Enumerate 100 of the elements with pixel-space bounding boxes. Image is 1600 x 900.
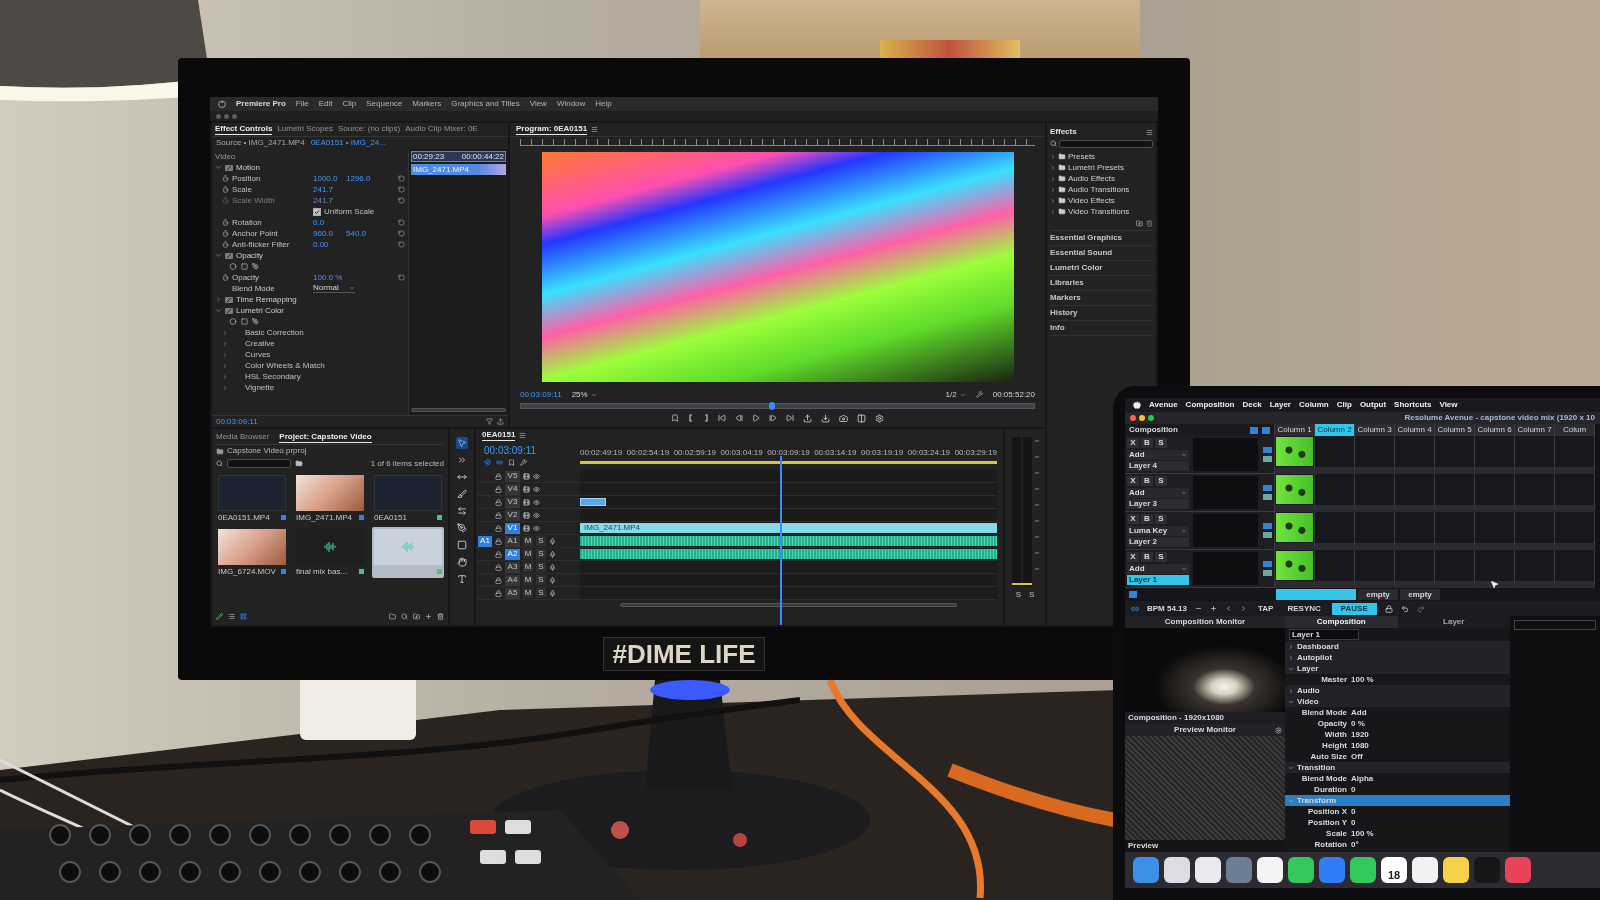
upload-arrow-icon[interactable] xyxy=(803,413,812,423)
effect-section-name[interactable]: Creative xyxy=(231,339,275,348)
current-timecode[interactable]: 00:03:09:11 xyxy=(520,390,562,399)
layer-toggle-button[interactable]: S xyxy=(1155,476,1167,486)
effect-section-name[interactable]: Color Wheels & Match xyxy=(231,361,325,370)
transport-button[interactable]: RESYNC xyxy=(1284,602,1324,615)
stopwatch-icon[interactable] xyxy=(222,175,229,182)
lock-icon[interactable] xyxy=(495,472,502,480)
menu-item[interactable]: Help xyxy=(595,100,612,108)
search-field[interactable] xyxy=(227,459,291,468)
layer-toggle-button[interactable]: B xyxy=(1141,438,1153,448)
stopwatch-icon[interactable] xyxy=(222,186,229,193)
parameter-group-row[interactable]: Layer xyxy=(1285,663,1510,674)
wrench-icon[interactable] xyxy=(520,459,527,466)
track-target-button[interactable]: V2 xyxy=(505,509,520,521)
search-field[interactable] xyxy=(1059,139,1153,148)
microphone-icon[interactable] xyxy=(549,563,556,571)
menu-item[interactable]: Graphics and Titles xyxy=(451,100,520,108)
parameter-row[interactable]: Auto Size Off xyxy=(1285,751,1510,762)
lock-icon[interactable] xyxy=(495,524,502,532)
panel-tab[interactable]: Audio Clip Mixer: 0E xyxy=(405,125,478,134)
layer-name[interactable]: Layer 1 xyxy=(1127,575,1189,585)
plus-icon[interactable] xyxy=(425,612,432,620)
parameter-row[interactable]: Rotation 0° xyxy=(1285,839,1510,850)
eye-icon[interactable] xyxy=(533,524,540,532)
app-icon[interactable] xyxy=(1443,857,1469,883)
menu-item[interactable]: Avenue xyxy=(1149,401,1178,409)
clip-slot[interactable] xyxy=(1355,474,1395,512)
track-toggle-button[interactable]: S xyxy=(536,562,546,572)
layer-name[interactable]: Layer 3 xyxy=(1127,499,1189,509)
panel-link[interactable]: Info xyxy=(1050,324,1065,332)
project-item[interactable]: IMG_6724.MOV xyxy=(216,527,288,578)
collapse-caret-icon[interactable] xyxy=(215,252,222,259)
layer-toggle-button[interactable]: X xyxy=(1127,552,1139,562)
folder-icon[interactable] xyxy=(389,612,396,620)
trash-icon[interactable] xyxy=(437,612,444,620)
layer-toggle-button[interactable]: S xyxy=(1155,438,1167,448)
menu-item[interactable]: Clip xyxy=(342,100,357,108)
clip-slot[interactable] xyxy=(1315,474,1355,512)
download-arrow-icon[interactable] xyxy=(821,413,830,423)
parameter-row[interactable]: Position X 0 xyxy=(1285,806,1510,817)
panel-link[interactable]: History xyxy=(1050,309,1078,317)
property-value[interactable]: 0.0 xyxy=(313,218,343,227)
lock-icon[interactable] xyxy=(495,485,502,493)
clip-slot[interactable] xyxy=(1315,550,1355,588)
folder-plus-icon[interactable] xyxy=(413,612,420,620)
app-icon[interactable] xyxy=(1164,857,1190,883)
blend-mode-dropdown[interactable]: Add xyxy=(1127,449,1189,460)
settings-icon[interactable] xyxy=(1275,726,1282,734)
window-close-button[interactable] xyxy=(216,113,221,119)
clip-slot[interactable] xyxy=(1555,512,1595,550)
panel-tab[interactable]: Effect Controls xyxy=(215,124,273,135)
playhead-handle[interactable] xyxy=(769,402,776,410)
track-toggle-button[interactable]: M xyxy=(523,536,533,546)
menu-item[interactable]: Edit xyxy=(318,100,333,108)
track-toggle-button[interactable]: M xyxy=(523,588,533,598)
skip-forward-icon[interactable] xyxy=(786,414,794,422)
grid-view-icon[interactable] xyxy=(240,612,247,620)
blend-mode-dropdown[interactable]: Luma Key xyxy=(1127,525,1189,536)
layer-toggle-button[interactable]: B xyxy=(1141,552,1153,562)
track-target-button[interactable]: A1 xyxy=(505,535,520,547)
track-target-button[interactable]: A2 xyxy=(505,548,520,560)
link-icon[interactable] xyxy=(1131,604,1139,613)
microphone-icon[interactable] xyxy=(549,550,556,558)
parameter-row[interactable]: Master 100 % xyxy=(1285,674,1510,685)
clip-slot[interactable] xyxy=(1555,436,1595,474)
deck-tab[interactable]: empty xyxy=(1400,589,1440,600)
clip-slot[interactable] xyxy=(1435,436,1475,474)
bookmark-icon[interactable] xyxy=(508,459,515,466)
rectangle-mask-icon[interactable] xyxy=(241,263,248,270)
column-header[interactable]: Column 3 xyxy=(1355,424,1395,436)
app-icon[interactable] xyxy=(1257,857,1283,883)
panel-link[interactable]: Essential Sound xyxy=(1050,249,1113,257)
deck-tab[interactable]: empty xyxy=(1358,589,1398,600)
effect-section-name[interactable]: Vignette xyxy=(231,383,275,392)
clip-slot[interactable] xyxy=(1435,512,1475,550)
lock-icon[interactable] xyxy=(1384,604,1393,613)
clip-slot[interactable] xyxy=(1355,436,1395,474)
undo-icon[interactable] xyxy=(1400,604,1409,613)
lock-icon[interactable] xyxy=(495,537,502,545)
left-bracket-icon[interactable] xyxy=(688,414,694,422)
circular-arrow-icon[interactable] xyxy=(398,186,405,193)
column-header[interactable]: Column 7 xyxy=(1515,424,1555,436)
circular-arrow-icon[interactable] xyxy=(398,230,405,237)
lock-icon[interactable] xyxy=(495,589,502,597)
menu-item[interactable]: Window xyxy=(556,100,586,108)
two-columns-icon[interactable] xyxy=(857,413,866,423)
resolution-dropdown[interactable]: 1/2 xyxy=(945,390,966,399)
layer-toggle-button[interactable]: S xyxy=(1155,514,1167,524)
window-zoom-button[interactable] xyxy=(232,113,237,119)
menu-item[interactable]: Column xyxy=(1299,401,1329,409)
column-header[interactable]: Colum xyxy=(1555,424,1595,436)
clip-slot[interactable] xyxy=(1475,436,1515,474)
film-icon[interactable] xyxy=(523,524,530,532)
panel-tab[interactable]: Project: Capstone Video xyxy=(279,432,372,443)
pencil-icon[interactable] xyxy=(216,612,223,620)
stopwatch-icon[interactable] xyxy=(222,241,229,248)
parameter-row[interactable]: Blend Mode Alpha xyxy=(1285,773,1510,784)
menu-item[interactable]: Markers xyxy=(412,100,442,108)
parameter-row[interactable]: Blend Mode Add xyxy=(1285,707,1510,718)
